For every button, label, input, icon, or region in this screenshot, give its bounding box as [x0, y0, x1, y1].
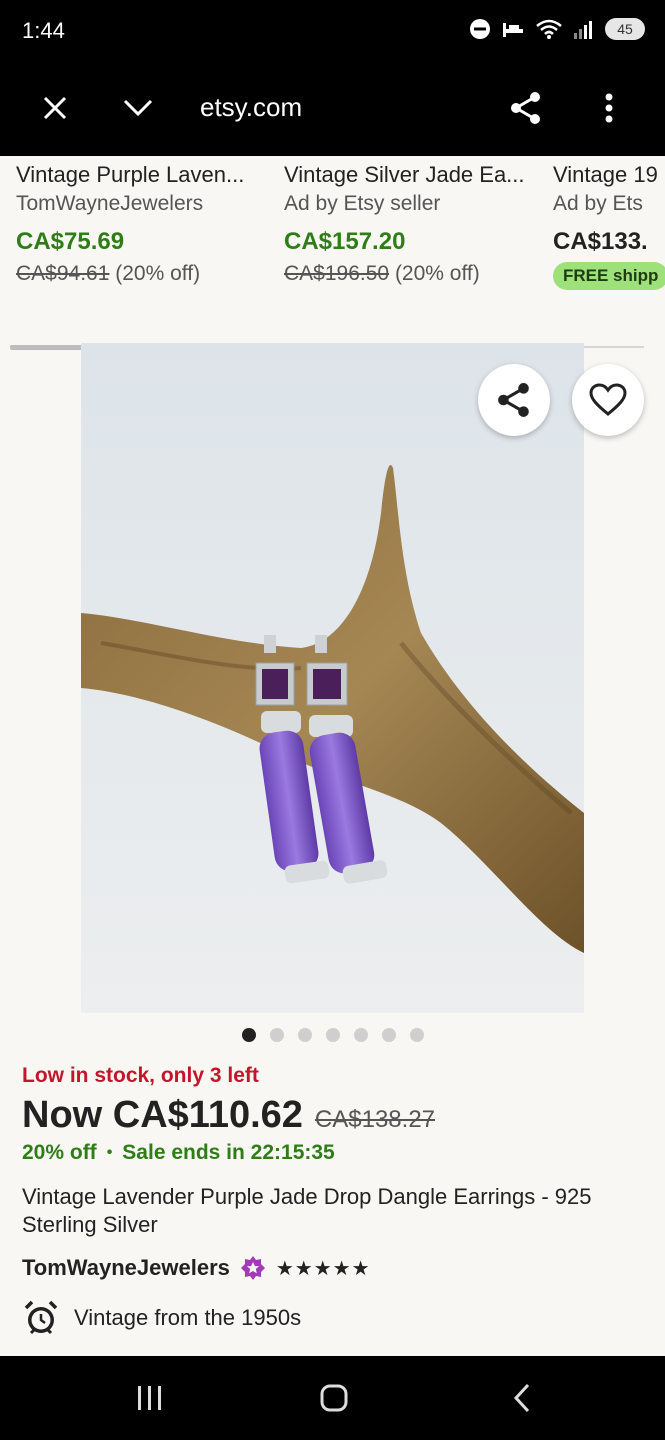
gallery-dot[interactable]: [325, 1028, 340, 1042]
listing-title: Vintage Lavender Purple Jade Drop Dangle…: [22, 1184, 592, 1237]
rec-price: CA$133.: [553, 228, 648, 255]
back-icon: [513, 1383, 530, 1413]
rec-seller: Ad by Ets: [553, 192, 643, 215]
rec-original-value: CA$94.61: [16, 262, 110, 285]
share-icon: [511, 92, 540, 124]
more-vertical-icon: [605, 93, 613, 123]
product-image[interactable]: [81, 343, 584, 1013]
back-button[interactable]: [502, 1378, 542, 1418]
listing-info: Low in stock, only 3 left Now CA$110.62 …: [22, 1064, 647, 1337]
heart-icon: [589, 383, 627, 416]
rec-item-3[interactable]: Vintage 19 Ad by Ets CA$133. FREE shipp: [553, 162, 665, 290]
rec-item-2[interactable]: Vintage Silver Jade Ea... Ad by Etsy sel…: [284, 162, 544, 286]
rec-seller: Ad by Etsy seller: [284, 192, 441, 215]
status-time: 1:44: [22, 18, 65, 43]
rec-title: Vintage Purple Laven...: [16, 162, 245, 187]
system-nav-bar: [0, 1356, 665, 1440]
status-icons: 45: [469, 18, 645, 40]
signal-icon: [574, 21, 592, 39]
original-price: CA$138.27: [314, 1106, 436, 1133]
close-icon: [43, 96, 67, 120]
rec-original-price: CA$196.50 (20% off): [284, 262, 544, 286]
gallery-dot[interactable]: [297, 1028, 312, 1042]
product-photo: [81, 343, 584, 1013]
browser-toolbar: etsy.com: [0, 62, 665, 156]
free-shipping-badge: FREE shipp: [553, 262, 665, 290]
collapse-button[interactable]: [114, 84, 162, 132]
more-options-button[interactable]: [585, 84, 633, 132]
gallery-pagination: [0, 1028, 665, 1042]
gallery-dot[interactable]: [409, 1028, 424, 1042]
wifi-icon: [536, 19, 562, 39]
share-listing-button[interactable]: [478, 364, 550, 436]
favorite-button[interactable]: [572, 364, 644, 436]
rec-item-1[interactable]: Vintage Purple Laven... TomWayneJewelers…: [16, 162, 276, 286]
gallery-dot[interactable]: [269, 1028, 284, 1042]
stock-warning: Low in stock, only 3 left: [22, 1064, 259, 1087]
rec-discount: (20% off): [115, 262, 201, 285]
battery-icon: 45: [605, 18, 645, 40]
rec-original-value: CA$196.50: [284, 262, 390, 285]
vintage-row: Vintage from the 1950s: [22, 1299, 647, 1337]
alarm-clock-icon: [24, 1300, 58, 1335]
close-tab-button[interactable]: [31, 84, 79, 132]
separator-bullet: •: [106, 1144, 113, 1161]
sale-info: 20% off • Sale ends in 22:15:35: [22, 1141, 647, 1165]
chevron-down-icon: [123, 99, 153, 117]
home-button[interactable]: [314, 1378, 354, 1418]
status-bar: 1:44 45: [0, 0, 665, 62]
shop-name-link[interactable]: TomWayneJewelers: [22, 1255, 230, 1281]
rating-stars[interactable]: ★★★★★: [276, 1256, 371, 1281]
vintage-label: Vintage from the 1950s: [74, 1305, 302, 1330]
gallery-dot[interactable]: [241, 1028, 256, 1042]
sleep-mode-icon: [503, 23, 523, 37]
rec-discount: (20% off): [394, 262, 480, 285]
rec-price: CA$75.69: [16, 228, 125, 255]
rec-seller: TomWayneJewelers: [16, 192, 204, 215]
gallery-dot[interactable]: [353, 1028, 368, 1042]
rec-title: Vintage 19: [553, 162, 658, 187]
discount-text: 20% off: [22, 1141, 97, 1164]
shop-row[interactable]: TomWayneJewelers ★★★★★: [22, 1255, 647, 1281]
star-seller-badge-icon: [240, 1256, 265, 1280]
do-not-disturb-icon: [470, 19, 490, 39]
recent-apps-button[interactable]: [130, 1378, 170, 1418]
share-icon: [498, 383, 529, 417]
rec-original-price: CA$94.61 (20% off): [16, 262, 276, 286]
price-row: Now CA$110.62 CA$138.27: [22, 1094, 647, 1137]
rec-price: CA$157.20: [284, 228, 406, 255]
url-text[interactable]: etsy.com: [200, 92, 302, 123]
home-icon: [320, 1384, 348, 1412]
current-price: Now CA$110.62: [22, 1094, 303, 1136]
recent-apps-icon: [138, 1386, 161, 1410]
gallery-dot[interactable]: [381, 1028, 396, 1042]
sale-countdown: Sale ends in 22:15:35: [122, 1141, 335, 1164]
share-page-button[interactable]: [502, 84, 550, 132]
recommendations-carousel[interactable]: Vintage Purple Laven... TomWayneJewelers…: [0, 156, 665, 326]
rec-title: Vintage Silver Jade Ea...: [284, 162, 525, 187]
